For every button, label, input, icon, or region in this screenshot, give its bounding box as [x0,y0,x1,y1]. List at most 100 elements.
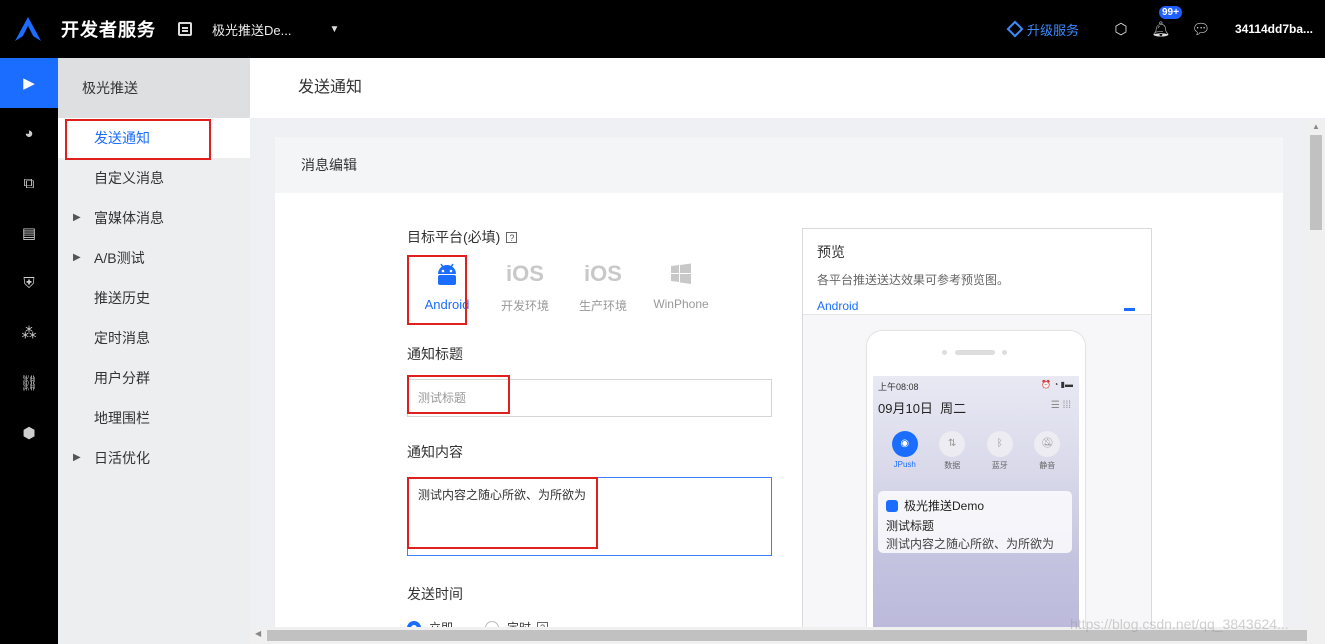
status-date: 09月10日 周二 [878,401,967,416]
ios-icon: iOS [584,261,622,286]
phone-camera [942,350,947,355]
windows-icon [671,263,691,284]
submenu-item-label: 发送通知 [94,130,150,146]
top-bar: 开发者服务 极光推送De... ▼ 升级服务 ⬡ 🔔︎ 99+ 💬︎ 34114… [0,0,1325,58]
page-title: 发送通知 [250,58,1325,118]
link-icon[interactable]: ⛓ [0,358,58,408]
user-account[interactable]: 34114dd7ba... [1235,22,1313,36]
platform-label: 生产环境 [578,299,627,313]
phone-screen: 上午08:08 ⏰ ◔ ▮▬ 09月10日 周二 ☰ ⁞⁞⁞ ◉ JPush ⇅ 数… [873,376,1079,644]
brand-title: 开发者服务 [61,20,156,40]
preview-subtitle: 各平台推送送达效果可参考预览图。 [817,273,1010,287]
settings-hexagon-icon[interactable]: ⬢ [0,408,58,458]
chevron-right-icon: ▶ [73,452,81,463]
icon-rail: ▶ ◕ ⧉ ▤ ⛨ ⁂ ⛓ ⬢ [0,58,58,644]
devices-icon[interactable]: ⧉ [0,158,58,208]
submenu-item-scheduled[interactable]: 定时消息 [58,318,250,358]
submenu-item-send-notification[interactable]: 发送通知 [58,118,250,158]
app-badge-icon [886,499,898,512]
submenu-item-dau-optimize[interactable]: ▶ 日活优化 [58,438,250,478]
diamond-icon [1006,20,1024,38]
help-icon[interactable]: ? [506,232,518,243]
notification-badge: 99+ [1158,6,1182,19]
qs-mute: 🔕︎ 静音 [1027,431,1067,471]
preview-panel: 预览 各平台推送送达效果可参考预览图。 Android 上午08:08 ⏰ ◔ … [802,228,1152,644]
submenu-item-rich-media[interactable]: ▶ 富媒体消息 [58,198,250,238]
scroll-up-arrow[interactable]: ▲ [1312,122,1320,131]
mute-icon: 🔕︎ [1034,431,1061,457]
message-icon[interactable]: ▤ [0,208,58,258]
target-platform-label: 目标平台(必填)? [407,227,518,247]
push-send-icon[interactable]: ▶ [0,58,58,108]
wifi-icon: ◉ [891,431,918,457]
bell-icon[interactable]: 🔔︎ 99+ [1141,6,1182,38]
quick-settings: ◉ JPush ⇅ 数据 ᛒ 蓝牙 🔕︎ 静音 [873,431,1079,471]
submenu-item-custom-message[interactable]: 自定义消息 [58,158,250,198]
submenu-item-label: 地理围栏 [94,410,150,426]
data-arrows-icon: ⇅ [939,431,966,457]
platform-winphone[interactable]: WinPhone [642,257,720,314]
platform-selector: Android iOS 开发环境 iOS 生产环境 WinPhone [408,257,720,314]
submenu-title: 极光推送 [58,58,250,118]
android-icon [438,263,456,285]
scroll-left-arrow[interactable]: ◀ [255,629,261,638]
submenu-item-label: 自定义消息 [94,170,164,186]
platform-ios-prod[interactable]: iOS 生产环境 [564,257,642,314]
statistics-pie-icon[interactable]: ◕ [0,108,58,158]
preview-tab-android[interactable]: Android [817,299,1137,313]
platform-label: 开发环境 [500,299,549,313]
submenu-item-label: A/B测试 [94,250,145,266]
submenu-item-segments[interactable]: 用户分群 [58,358,250,398]
bluetooth-icon: ᛒ [986,431,1013,457]
notification-title-input[interactable]: 测试标题 [407,379,772,417]
chevron-down-icon[interactable]: ▼ [329,24,339,35]
notification-content-label: 通知内容 [407,444,463,460]
submenu-item-label: 富媒体消息 [94,210,164,226]
submenu-item-label: 日活优化 [94,450,150,466]
notification-content-textarea[interactable]: 测试内容之随心所欲、为所欲为 [407,477,772,556]
notification-app-name: 极光推送Demo [904,499,985,513]
send-time-label: 发送时间 [407,586,463,602]
network-nodes-icon[interactable]: ⁂ [0,308,58,358]
submenu-item-label: 用户分群 [94,370,150,386]
cube-icon[interactable]: ⬡ [1101,20,1141,38]
upgrade-service-link[interactable]: 升级服务 [1006,20,1079,39]
chat-icon[interactable]: 💬︎ [1181,20,1221,38]
jiguang-logo-icon[interactable] [13,14,43,44]
section-title: 消息编辑 [275,137,1283,193]
platform-android[interactable]: Android [408,257,486,314]
phone-speaker [955,350,995,355]
scrollbar-thumb[interactable] [1310,135,1322,230]
qs-jpush: ◉ JPush [885,431,925,471]
submenu-item-geofence[interactable]: 地理围栏 [58,398,250,438]
qs-data: ⇅ 数据 [932,431,972,471]
collapse-icon[interactable] [1124,308,1135,311]
status-icons: ⏰ ◔ ▮▬ [1041,380,1073,389]
notification-preview-body: 测试内容之随心所欲、为所欲为 [886,537,1055,551]
submenu-item-label: 推送历史 [94,290,150,306]
platform-label: WinPhone [653,297,709,311]
qs-bluetooth: ᛒ 蓝牙 [980,431,1020,471]
notification-preview-title: 测试标题 [886,519,935,533]
submenu-item-push-history[interactable]: 推送历史 [58,278,250,318]
phone-sensor [1002,350,1007,355]
message-edit-card: 消息编辑 目标平台(必填)? Android iOS 开发环境 iOS 生产环境 [275,137,1283,644]
push-submenu: 极光推送 发送通知 自定义消息 ▶ 富媒体消息 ▶ A/B测试 推送历史 定时消息 … [58,58,250,644]
phone-mockup: 上午08:08 ⏰ ◔ ▮▬ 09月10日 周二 ☰ ⁞⁞⁞ ◉ JPush ⇅ 数… [866,330,1086,644]
platform-label: Android [424,297,470,312]
upgrade-label: 升级服务 [1026,22,1079,38]
notification-preview-card: 极光推送Demo 测试标题 测试内容之随心所欲、为所欲为 [878,491,1072,553]
grid-menu-icon: ☰ ⁞⁞⁞ [1050,400,1071,411]
app-icon[interactable] [178,22,192,36]
chevron-right-icon: ▶ [73,252,81,263]
notification-title-label: 通知标题 [407,346,463,362]
status-time: 上午08:08 [878,382,919,392]
ios-icon: iOS [506,261,544,286]
vertical-scrollbar[interactable]: ▲ [1307,120,1325,630]
chevron-right-icon: ▶ [73,212,81,223]
platform-ios-dev[interactable]: iOS 开发环境 [486,257,564,314]
submenu-item-ab-test[interactable]: ▶ A/B测试 [58,238,250,278]
watermark: https://blog.csdn.net/qq_3843624... [1070,616,1289,632]
shield-icon[interactable]: ⛨ [0,258,58,308]
app-selector[interactable]: 极光推送De... [212,20,291,39]
